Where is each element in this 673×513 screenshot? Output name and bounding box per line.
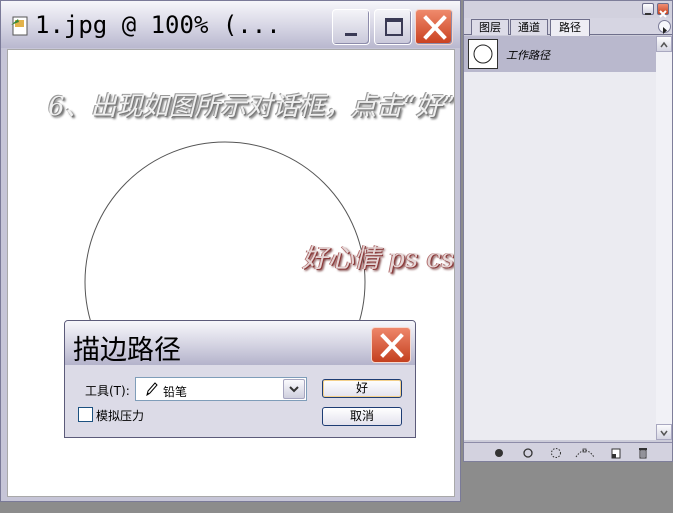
close-icon <box>380 333 404 358</box>
document-icon <box>11 16 28 36</box>
dialog-titlebar[interactable]: 描边路径 <box>65 321 415 366</box>
chevron-down-icon <box>660 430 668 437</box>
pencil-icon <box>146 382 158 396</box>
document-title: 1.jpg @ 100% (... <box>35 11 281 39</box>
path-list: 工作路径 <box>464 36 656 440</box>
simulate-pressure-label: 模拟压力 <box>96 409 145 423</box>
tab-layers[interactable]: 图层 <box>471 19 509 35</box>
path-row[interactable]: 工作路径 <box>464 36 656 72</box>
stroke-path-dialog: 描边路径 工具(T): 铅笔 模拟压力 好 取消 <box>64 320 416 438</box>
scroll-up-button[interactable] <box>656 36 672 52</box>
maximize-icon <box>385 18 403 36</box>
vertical-scrollbar[interactable] <box>656 36 672 440</box>
menu-arrow-icon <box>663 27 667 34</box>
maximize-button[interactable] <box>374 9 412 45</box>
cancel-button[interactable]: 取消 <box>322 407 402 426</box>
fill-path-icon[interactable] <box>492 446 506 460</box>
document-titlebar[interactable]: 1.jpg @ 100% (... <box>1 1 460 48</box>
palette-close-button[interactable] <box>657 3 669 18</box>
close-icon <box>423 15 447 40</box>
path-thumbnail-circle <box>473 44 493 64</box>
tool-label: 工具(T): <box>85 384 130 398</box>
path-thumbnail <box>468 39 498 69</box>
simulate-pressure-checkbox[interactable] <box>78 407 93 422</box>
minimize-icon <box>345 33 357 36</box>
scroll-down-button[interactable] <box>656 424 672 440</box>
stroke-path-icon[interactable] <box>521 446 535 460</box>
paths-palette: 图层 通道 路径 工作路径 <box>463 0 673 462</box>
dialog-close-button[interactable] <box>371 327 411 363</box>
dropdown-button[interactable] <box>283 379 305 399</box>
trash-icon[interactable] <box>636 446 650 460</box>
load-selection-icon[interactable] <box>549 446 563 460</box>
dialog-title: 描边路径 <box>73 335 181 366</box>
tool-select[interactable]: 铅笔 <box>135 377 307 401</box>
instruction-caption: 6、出现如图所示对话框，点击“好”； <box>48 92 455 122</box>
make-work-path-icon[interactable] <box>574 446 596 460</box>
tab-channels[interactable]: 通道 <box>510 19 548 35</box>
ok-button[interactable]: 好 <box>322 379 402 398</box>
chevron-up-icon <box>660 41 668 48</box>
palette-tabs: 图层 通道 路径 <box>464 18 672 36</box>
tab-paths[interactable]: 路径 <box>550 19 590 36</box>
chevron-down-icon <box>289 386 299 393</box>
minimize-button[interactable] <box>332 9 370 45</box>
palette-footer <box>464 442 672 461</box>
palette-titlebar[interactable] <box>464 1 672 18</box>
palette-minimize-button[interactable] <box>642 3 654 15</box>
palette-menu-button[interactable] <box>658 20 671 34</box>
tool-value: 铅笔 <box>163 385 188 399</box>
watermark-text: 好心情 ps cs 教程 <box>302 244 455 274</box>
close-button[interactable] <box>415 9 453 45</box>
path-name: 工作路径 <box>506 49 550 62</box>
new-path-icon[interactable] <box>609 446 623 460</box>
